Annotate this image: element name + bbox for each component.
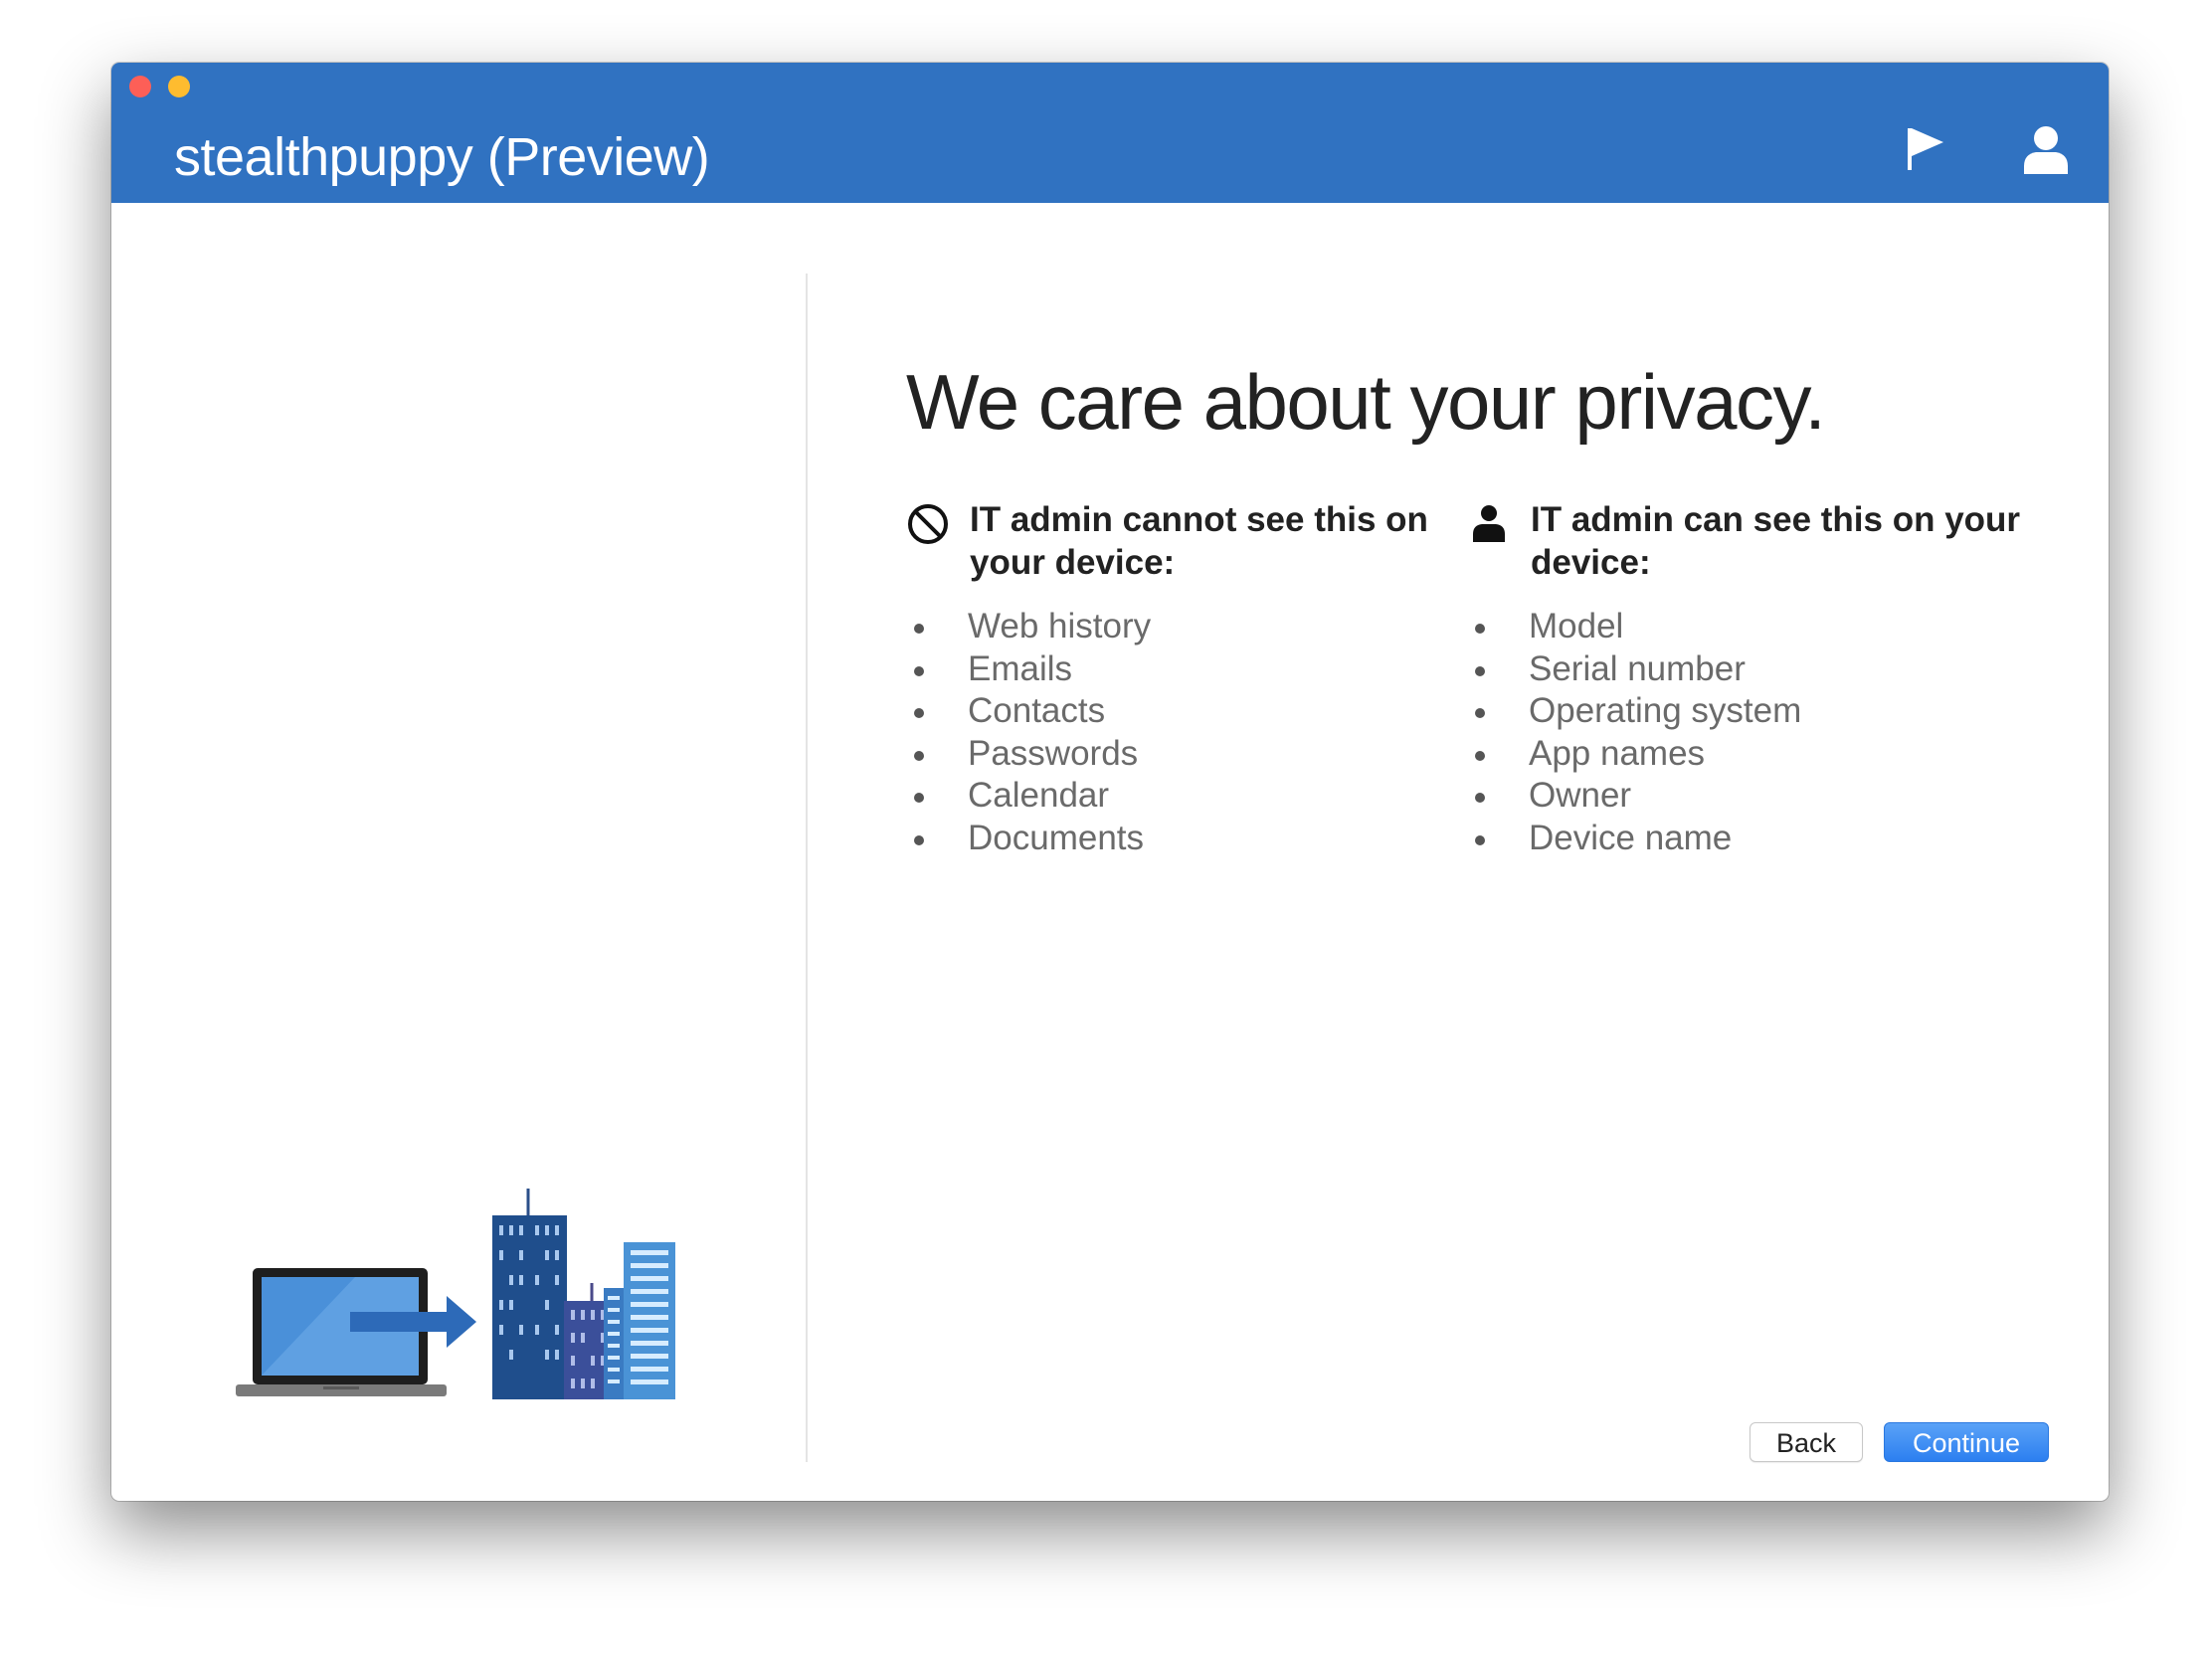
bullet bbox=[1475, 793, 1485, 803]
list-item: Model bbox=[1467, 606, 2024, 648]
panel-divider bbox=[806, 274, 808, 1462]
bullet bbox=[1475, 624, 1485, 634]
list-item: App names bbox=[1467, 733, 2024, 776]
cannot-see-heading: IT admin cannot see this on your device: bbox=[906, 498, 1463, 584]
person-icon[interactable] bbox=[2018, 122, 2074, 178]
can-see-section: IT admin can see this on your device: Mo… bbox=[1467, 498, 2024, 859]
list-item-label: Contacts bbox=[968, 691, 1106, 730]
list-item: Documents bbox=[906, 818, 1463, 860]
list-item-label: Documents bbox=[968, 818, 1145, 857]
device-to-company-illustration bbox=[206, 1189, 703, 1427]
bullet bbox=[914, 665, 924, 676]
list-item-label: Device name bbox=[1529, 818, 1733, 857]
list-item-label: Emails bbox=[968, 648, 1073, 688]
close-window-button[interactable] bbox=[129, 76, 151, 97]
bullet bbox=[914, 708, 924, 718]
list-item: Operating system bbox=[1467, 690, 2024, 733]
list-item: Emails bbox=[906, 648, 1463, 691]
list-item-label: Serial number bbox=[1529, 648, 1746, 688]
list-item-label: Operating system bbox=[1529, 691, 1802, 730]
list-item: Calendar bbox=[906, 775, 1463, 818]
bullet bbox=[1475, 834, 1485, 845]
bullet bbox=[1475, 665, 1485, 676]
list-item-label: Web history bbox=[968, 607, 1152, 645]
cannot-see-list: Web history Emails Contacts Passwords Ca… bbox=[906, 606, 1463, 859]
list-item-label: App names bbox=[1529, 733, 1706, 773]
minimize-window-button[interactable] bbox=[168, 76, 190, 97]
bullet bbox=[1475, 708, 1485, 718]
person-icon bbox=[1467, 502, 1511, 546]
back-button[interactable]: Back bbox=[1750, 1422, 1863, 1462]
cannot-see-heading-text: IT admin cannot see this on your device: bbox=[970, 500, 1428, 582]
list-item-label: Model bbox=[1529, 607, 1624, 645]
app-title: stealthpuppy (Preview) bbox=[174, 127, 710, 187]
continue-button[interactable]: Continue bbox=[1884, 1422, 2049, 1462]
list-item: Contacts bbox=[906, 690, 1463, 733]
prohibited-icon bbox=[906, 502, 950, 546]
list-item-label: Owner bbox=[1529, 776, 1632, 815]
cannot-see-section: IT admin cannot see this on your device:… bbox=[906, 498, 1463, 859]
can-see-list: Model Serial number Operating system App… bbox=[1467, 606, 2024, 859]
list-item: Device name bbox=[1467, 818, 2024, 860]
bullet bbox=[914, 834, 924, 845]
page-title: We care about your privacy. bbox=[906, 358, 1826, 446]
list-item-label: Passwords bbox=[968, 733, 1139, 773]
can-see-heading-text: IT admin can see this on your device: bbox=[1531, 500, 2021, 582]
list-item: Owner bbox=[1467, 775, 2024, 818]
list-item: Serial number bbox=[1467, 648, 2024, 691]
list-item-label: Calendar bbox=[968, 776, 1110, 815]
flag-icon[interactable] bbox=[1904, 122, 1959, 178]
can-see-heading: IT admin can see this on your device: bbox=[1467, 498, 2024, 584]
list-item: Passwords bbox=[906, 733, 1463, 776]
bullet bbox=[1475, 750, 1485, 761]
bullet bbox=[914, 750, 924, 761]
title-bar: stealthpuppy (Preview) bbox=[111, 63, 2109, 203]
list-item: Web history bbox=[906, 606, 1463, 648]
bullet bbox=[914, 624, 924, 634]
app-window: stealthpuppy (Preview) We care about you… bbox=[111, 63, 2109, 1501]
bullet bbox=[914, 793, 924, 803]
